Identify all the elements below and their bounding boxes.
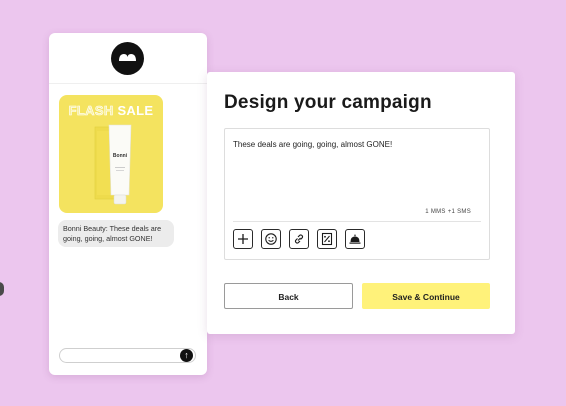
edge-handle	[0, 282, 4, 296]
phone-header	[49, 33, 207, 84]
link-icon	[294, 234, 304, 244]
message-count: 1 MMS +1 SMS	[425, 209, 471, 215]
emoji-button[interactable]	[261, 229, 281, 249]
campaign-card: Design your campaign These deals are goi…	[207, 72, 515, 334]
arrow-up-icon: ↑	[184, 350, 189, 360]
mms-image: FLASH SALE Bonni	[59, 95, 163, 213]
back-button[interactable]: Back	[224, 283, 353, 309]
discount-icon	[321, 232, 333, 246]
composer-divider	[233, 221, 481, 222]
link-button[interactable]	[289, 229, 309, 249]
product-brand-label: Bonni	[112, 153, 128, 159]
add-icon	[238, 234, 248, 244]
concierge-bell-icon	[349, 234, 361, 244]
discount-button[interactable]	[317, 229, 337, 249]
reply-input[interactable]: ↑	[59, 348, 196, 363]
emoji-icon	[265, 233, 277, 245]
brand-logo-icon	[111, 42, 144, 75]
add-button[interactable]	[233, 229, 253, 249]
phone-preview: FLASH SALE Bonni Bonni Beauty: These dea…	[49, 33, 207, 375]
message-composer[interactable]: These deals are going, going, almost GON…	[224, 128, 490, 260]
message-bubble: Bonni Beauty: These deals are going, goi…	[58, 220, 174, 247]
save-continue-button[interactable]: Save & Continue	[362, 283, 490, 309]
concierge-bell-button[interactable]	[345, 229, 365, 249]
send-button[interactable]: ↑	[180, 349, 193, 362]
message-input[interactable]: These deals are going, going, almost GON…	[233, 140, 392, 149]
page-title: Design your campaign	[224, 92, 432, 113]
